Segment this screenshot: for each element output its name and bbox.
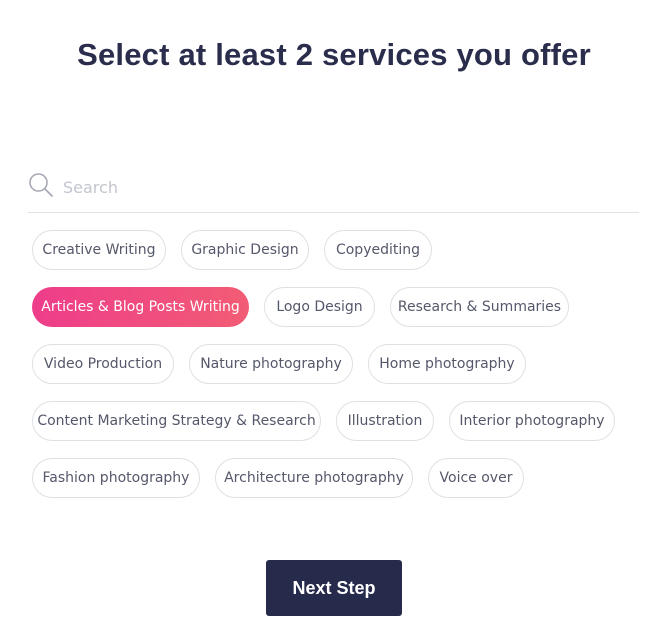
service-chip-content-marketing-strategy-research[interactable]: Content Marketing Strategy & Research	[32, 401, 321, 441]
service-chip-home-photography[interactable]: Home photography	[368, 344, 526, 384]
service-chip-logo-design[interactable]: Logo Design	[264, 287, 375, 327]
service-chip-video-production[interactable]: Video Production	[32, 344, 174, 384]
service-chip-fashion-photography[interactable]: Fashion photography	[32, 458, 200, 498]
search-bar	[28, 168, 639, 213]
service-chip-interior-photography[interactable]: Interior photography	[449, 401, 615, 441]
service-chip-copyediting[interactable]: Copyediting	[324, 230, 432, 270]
service-chip-illustration[interactable]: Illustration	[336, 401, 434, 441]
next-step-button[interactable]: Next Step	[266, 560, 402, 616]
service-chip-articles-blog-posts-writing[interactable]: Articles & Blog Posts Writing	[32, 287, 249, 327]
search-icon	[28, 172, 54, 198]
service-chip-creative-writing[interactable]: Creative Writing	[32, 230, 166, 270]
service-chip-nature-photography[interactable]: Nature photography	[189, 344, 353, 384]
service-chip-voice-over[interactable]: Voice over	[428, 458, 524, 498]
service-chip-research-summaries[interactable]: Research & Summaries	[390, 287, 569, 327]
service-chip-graphic-design[interactable]: Graphic Design	[181, 230, 309, 270]
service-chip-architecture-photography[interactable]: Architecture photography	[215, 458, 413, 498]
page-title: Select at least 2 services you offer	[77, 37, 591, 72]
search-input[interactable]	[63, 172, 623, 202]
